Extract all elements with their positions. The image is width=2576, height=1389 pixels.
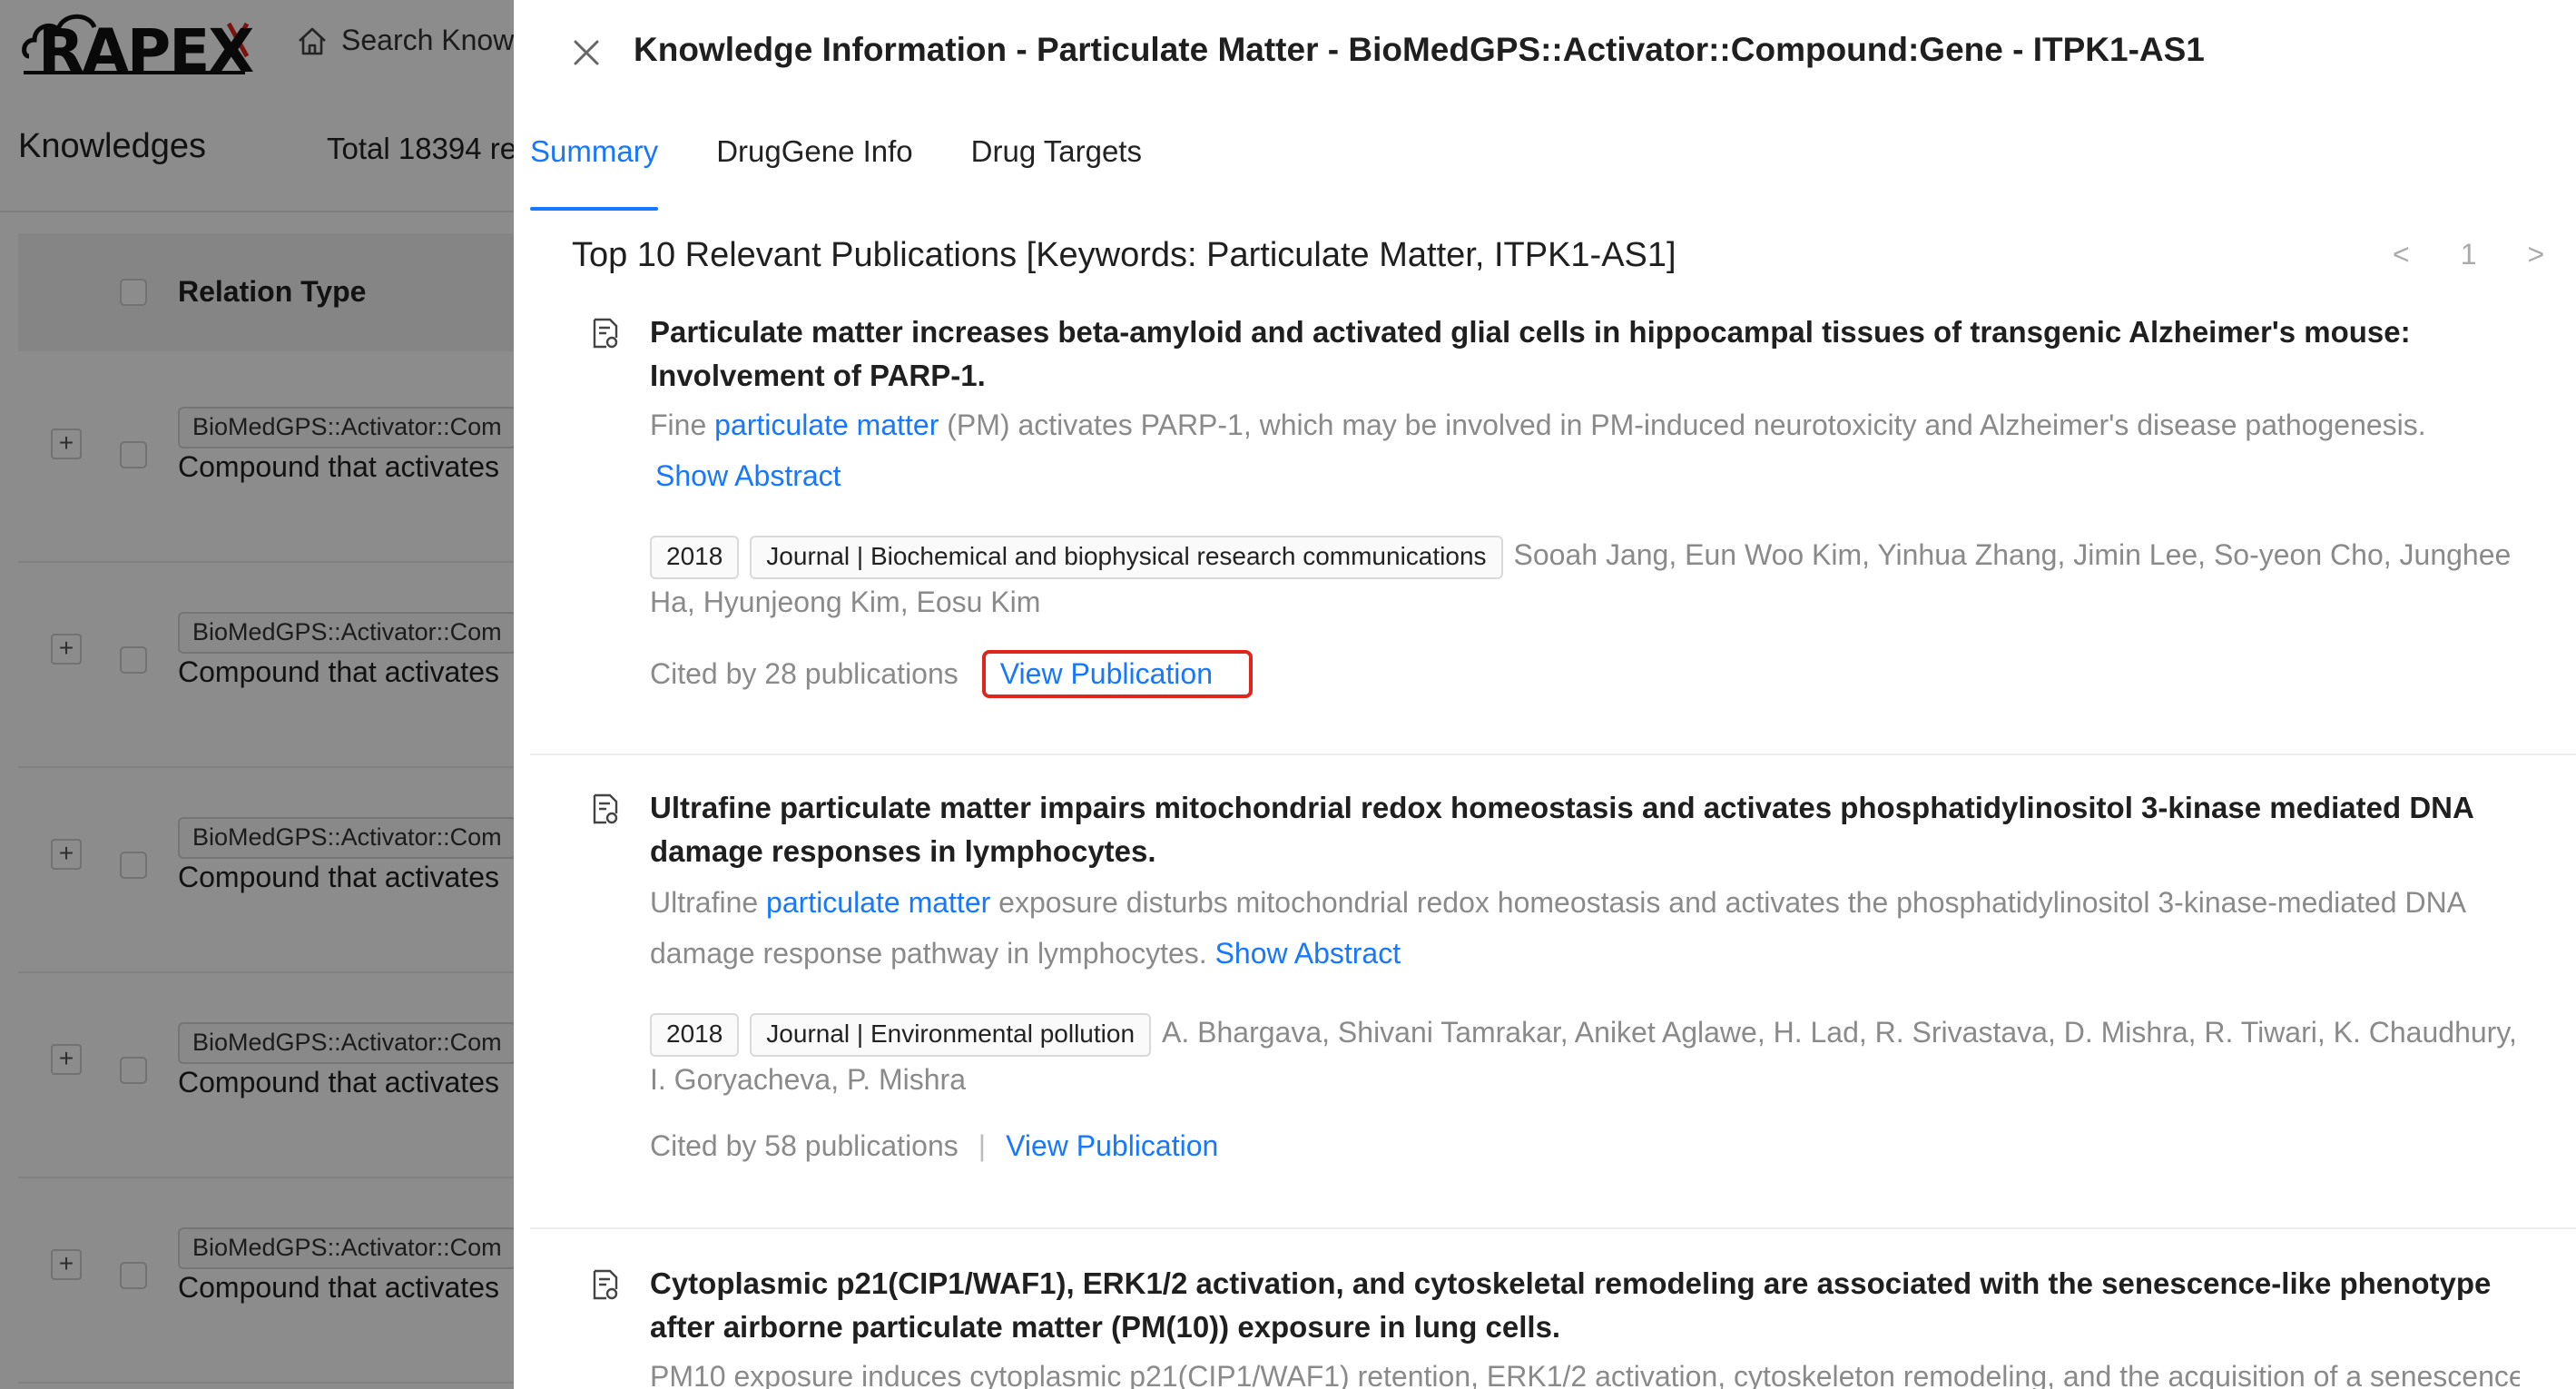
publication-title[interactable]: Particulate matter increases beta-amyloi… [650,310,2520,398]
drawer-tabs: Summary DrugGene Info Drug Targets [530,125,1142,211]
publication-summary: Ultrafine particulate matter exposure di… [650,886,2465,970]
cited-by-text: Cited by 58 publications [650,1129,959,1162]
publication-summary: Fine particulate matter (PM) activates P… [650,409,2426,441]
keyword-highlight: particulate matter [766,886,991,919]
pagination: < 1 > [2393,238,2544,271]
pager-current-page[interactable]: 1 [2461,238,2477,271]
publication-item: Particulate matter increases beta-amyloi… [530,300,2576,755]
knowledge-info-drawer: Knowledge Information - Particulate Matt… [514,0,2576,1389]
show-abstract-link[interactable]: Show Abstract [1215,937,1401,970]
document-icon [593,1269,618,1300]
keyword-highlight: particulate matter [714,409,939,441]
section-title: Top 10 Relevant Publications [Keywords: … [572,236,1676,274]
tab-drug-targets[interactable]: Drug Targets [971,125,1142,198]
close-icon [574,40,599,65]
citation-row: Cited by 28 publications View Publicatio… [650,650,1253,698]
year-tag: 2018 [650,535,740,579]
journal-tag: Journal | Biochemical and biophysical re… [750,535,1503,579]
publication-summary: PM10 exposure induces cytoplasmic p21(CI… [650,1360,2520,1389]
view-publication-highlight: View Publication [981,650,1253,698]
pager-prev-button[interactable]: < [2393,238,2410,271]
document-icon [593,793,618,824]
publication-item: Ultrafine particulate matter impairs mit… [530,755,2576,1229]
pager-next-button[interactable]: > [2527,238,2544,271]
close-drawer-button[interactable] [568,34,605,71]
citation-row: Cited by 58 publications | View Publicat… [650,1129,1218,1163]
year-tag: 2018 [650,1012,740,1057]
publication-title[interactable]: Cytoplasmic p21(CIP1/WAF1), ERK1/2 activ… [650,1262,2520,1349]
view-publication-link[interactable]: View Publication [1006,1129,1218,1163]
show-abstract-link[interactable]: Show Abstract [655,459,841,492]
document-icon [593,318,618,349]
publication-title[interactable]: Ultrafine particulate matter impairs mit… [650,786,2520,873]
drawer-title: Knowledge Information - Particulate Matt… [634,31,2205,68]
journal-tag: Journal | Environmental pollution [750,1012,1152,1057]
publication-meta: 2018 Journal | Environmental pollution A. … [650,1010,2520,1102]
publication-abstract-row: Show Abstract [655,450,2525,501]
tab-summary[interactable]: Summary [530,125,659,211]
tab-druggene-info[interactable]: DrugGene Info [716,125,912,198]
view-publication-link[interactable]: View Publication [1000,657,1213,690]
cited-by-text: Cited by 28 publications [650,657,959,690]
publication-meta: 2018 Journal | Biochemical and biophysica… [650,532,2520,625]
drawer-overlay-mask[interactable] [0,0,514,1389]
publication-item: Cytoplasmic p21(CIP1/WAF1), ERK1/2 activ… [530,1231,2576,1389]
separator: | [978,1129,987,1162]
